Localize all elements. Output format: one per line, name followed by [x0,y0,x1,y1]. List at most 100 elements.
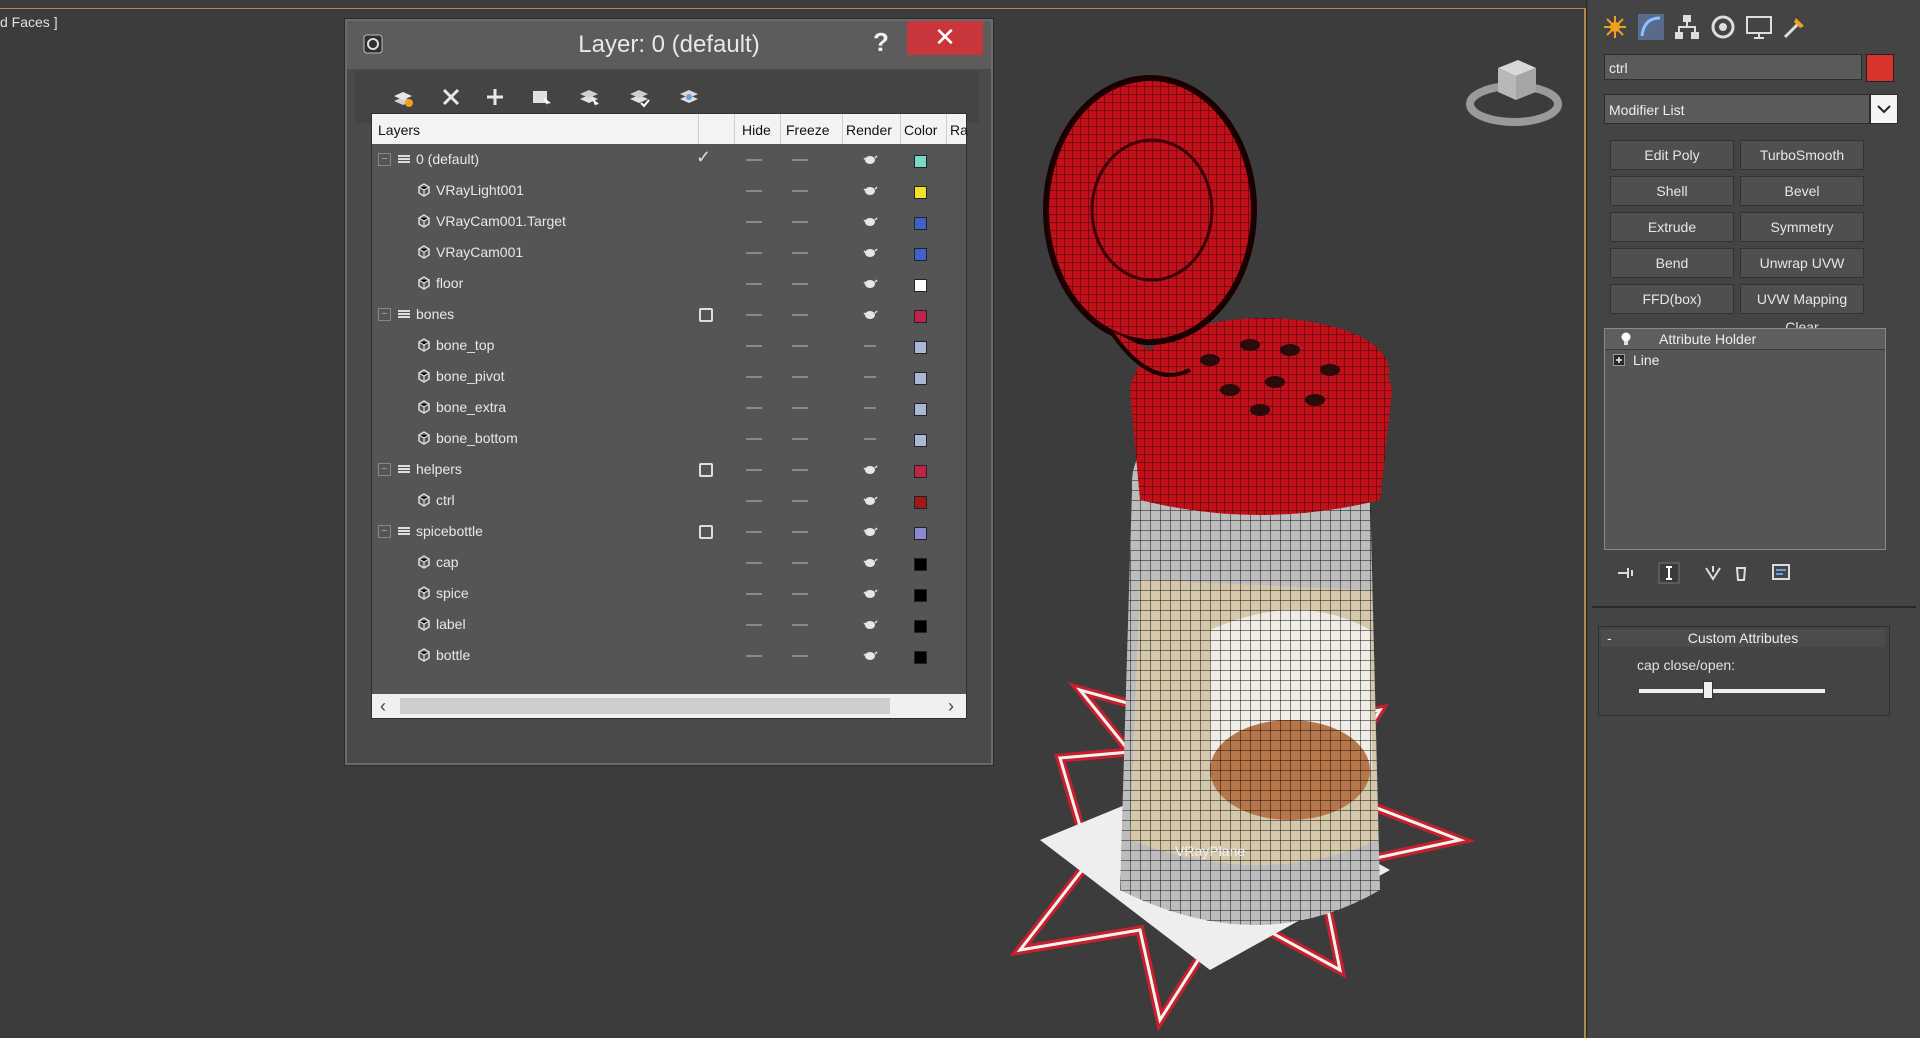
layer-color-swatch[interactable] [914,620,927,633]
hide-toggle[interactable] [746,376,762,378]
object-row[interactable]: bone_pivot [372,362,966,393]
layer-color-swatch[interactable] [914,217,927,230]
scroll-left-icon[interactable]: ‹ [380,696,386,717]
make-unique-icon[interactable] [1702,562,1724,584]
layer-color-swatch[interactable] [914,155,927,168]
object-row[interactable]: label [372,610,966,641]
layer-color-swatch[interactable] [914,310,927,323]
layer-color-swatch[interactable] [914,403,927,416]
select-objects-icon[interactable] [529,85,553,109]
pin-stack-icon[interactable] [1614,562,1636,584]
teapot-render-icon[interactable] [862,215,878,227]
current-layer-check-icon[interactable]: ✓ [696,147,711,168]
scroll-thumb[interactable] [400,698,890,714]
viewcube-icon[interactable] [1466,48,1562,128]
teapot-render-icon[interactable] [862,556,878,568]
extrude-button[interactable]: Extrude [1610,212,1734,242]
layer-row[interactable]: − bones [372,300,966,331]
object-row[interactable]: VRayLight001 [372,176,966,207]
hide-toggle[interactable] [746,221,762,223]
layer-color-swatch[interactable] [914,279,927,292]
set-current-box-icon[interactable] [699,463,713,477]
freeze-toggle[interactable] [792,407,808,409]
hide-toggle[interactable] [746,624,762,626]
hide-toggle[interactable] [746,283,762,285]
motion-tab-icon[interactable] [1708,12,1738,42]
teapot-render-icon[interactable] [862,463,878,475]
render-off-icon[interactable] [862,432,878,444]
freeze-toggle[interactable] [792,283,808,285]
set-current-box-icon[interactable] [699,308,713,322]
teapot-render-icon[interactable] [862,184,878,196]
layer-color-swatch[interactable] [914,372,927,385]
object-row[interactable]: bone_bottom [372,424,966,455]
object-row[interactable]: bone_top [372,331,966,362]
modifier-list-dropdown[interactable]: Modifier List [1604,94,1870,124]
hide-toggle[interactable] [746,345,762,347]
layer-row[interactable]: − spicebottle [372,517,966,548]
freeze-toggle[interactable] [792,159,808,161]
object-row[interactable]: bottle [372,641,966,672]
object-row[interactable]: ctrl [372,486,966,517]
modifier-list-toggle[interactable] [1870,94,1898,124]
object-color-swatch[interactable] [1866,54,1894,82]
col-radiosity[interactable]: Ra [950,122,968,138]
hide-toggle[interactable] [746,562,762,564]
freeze-toggle[interactable] [792,376,808,378]
freeze-toggle[interactable] [792,531,808,533]
object-row[interactable]: VRayCam001 [372,238,966,269]
set-current-layer-icon[interactable] [627,85,651,109]
teapot-render-icon[interactable] [862,649,878,661]
hide-toggle[interactable] [746,531,762,533]
object-name-field[interactable]: ctrl [1604,54,1862,80]
add-to-layer-icon[interactable] [483,85,507,109]
close-button[interactable]: ✕ [907,21,983,55]
teapot-render-icon[interactable] [862,494,878,506]
edit-poly-button[interactable]: Edit Poly [1610,140,1734,170]
freeze-toggle[interactable] [792,500,808,502]
stack-item-attribute-holder[interactable]: Attribute Holder [1605,329,1885,350]
col-freeze[interactable]: Freeze [786,122,830,138]
layer-color-swatch[interactable] [914,341,927,354]
display-tab-icon[interactable] [1744,12,1774,42]
bevel-button[interactable]: Bevel [1740,176,1864,206]
hide-toggle[interactable] [746,252,762,254]
layer-color-swatch[interactable] [914,651,927,664]
plus-box-icon[interactable] [1613,354,1625,366]
turbosmooth-button[interactable]: TurboSmooth [1740,140,1864,170]
layer-color-swatch[interactable] [914,186,927,199]
uvw-mapping-clear-button[interactable]: UVW Mapping Clear [1740,284,1864,335]
freeze-toggle[interactable] [792,345,808,347]
layer-color-swatch[interactable] [914,496,927,509]
object-row[interactable]: bone_extra [372,393,966,424]
layer-color-swatch[interactable] [914,527,927,540]
collapse-toggle-icon[interactable]: − [378,308,391,321]
hide-toggle[interactable] [746,314,762,316]
viewport-shading-label[interactable]: d Faces ] [0,14,58,30]
hide-toggle[interactable] [746,159,762,161]
col-render[interactable]: Render [846,122,892,138]
layer-row[interactable]: − 0 (default) ✓ [372,145,966,176]
teapot-render-icon[interactable] [862,308,878,320]
create-layer-icon[interactable] [391,85,415,109]
create-tab-icon[interactable] [1600,12,1630,42]
collapse-toggle-icon[interactable]: − [378,153,391,166]
teapot-render-icon[interactable] [862,246,878,258]
object-row[interactable]: spice [372,579,966,610]
freeze-toggle[interactable] [792,190,808,192]
hide-toggle[interactable] [746,438,762,440]
layer-color-swatch[interactable] [914,558,927,571]
freeze-toggle[interactable] [792,593,808,595]
col-color[interactable]: Color [904,122,937,138]
freeze-toggle[interactable] [792,624,808,626]
teapot-render-icon[interactable] [862,618,878,630]
freeze-toggle[interactable] [792,562,808,564]
shell-button[interactable]: Shell [1610,176,1734,206]
freeze-toggle[interactable] [792,438,808,440]
help-button[interactable]: ? [873,27,889,58]
teapot-render-icon[interactable] [862,153,878,165]
hide-unhide-layers-icon[interactable] [677,85,701,109]
render-off-icon[interactable] [862,339,878,351]
collapse-toggle-icon[interactable]: − [378,525,391,538]
object-row[interactable]: floor [372,269,966,300]
